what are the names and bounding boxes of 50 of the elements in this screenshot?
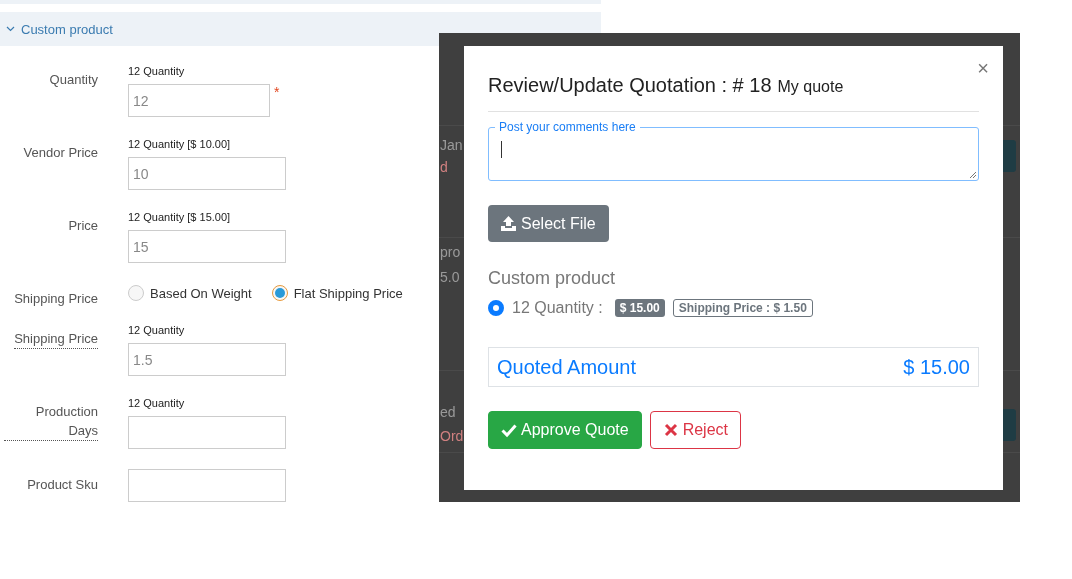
field-caption: 12 Quantity xyxy=(128,396,186,410)
modal-title: Review/Update Quotation : # 18 xyxy=(488,74,772,97)
text-cursor xyxy=(501,141,502,158)
reject-button[interactable]: Reject xyxy=(649,411,741,449)
text-fragment: Ord xyxy=(440,428,464,444)
text-fragment: pro xyxy=(440,244,461,260)
input-field[interactable]: 1.5 xyxy=(128,343,286,376)
section-title: Custom product xyxy=(21,21,113,37)
field-label: Vendor Price xyxy=(23,144,98,162)
input-field[interactable] xyxy=(128,416,286,449)
price-badge: $ 15.00 xyxy=(614,299,665,317)
upload-icon xyxy=(500,215,517,232)
close-button[interactable]: × xyxy=(977,58,989,78)
input-field[interactable]: 12 xyxy=(128,84,270,117)
field-caption: 12 Quantity xyxy=(128,64,186,78)
input-field[interactable]: 15 xyxy=(128,230,286,263)
field-label: Production Days xyxy=(4,402,98,441)
field-label: Shipping Price xyxy=(14,329,98,349)
input-field[interactable]: 10 xyxy=(128,157,286,190)
radio-button[interactable] xyxy=(128,285,144,301)
field-caption: 12 Quantity xyxy=(128,323,186,337)
resize-grip-icon[interactable] xyxy=(969,171,977,179)
radio-label: Flat Shipping Price xyxy=(293,285,403,301)
field-caption: 12 Quantity [$ 10.00] xyxy=(128,137,232,151)
product-name: Custom product xyxy=(488,268,617,289)
field-caption: 12 Quantity [$ 15.00] xyxy=(128,210,232,224)
modal-subtitle: My quote xyxy=(777,78,844,96)
text-fragment: d xyxy=(440,159,448,175)
checkmark-icon xyxy=(501,422,517,438)
radio-button[interactable] xyxy=(271,285,288,301)
close-icon xyxy=(662,422,679,438)
field-label: Product Sku xyxy=(27,476,98,494)
section-header[interactable]: Custom product xyxy=(0,12,601,46)
field-label: Quantity xyxy=(49,71,98,89)
radio-button[interactable] xyxy=(488,300,504,316)
text-fragment: ed xyxy=(440,404,456,420)
input-field[interactable] xyxy=(128,469,286,502)
quoted-amount: $ 15.00 xyxy=(903,355,970,379)
field-label: Price xyxy=(68,217,98,235)
field-label: Shipping Price xyxy=(14,290,98,308)
shipping-badge: Shipping Price : $ 1.50 xyxy=(672,299,813,317)
required-mark: * xyxy=(274,84,280,102)
select-file-button[interactable]: Select File xyxy=(488,205,609,242)
approve-button[interactable]: Approve Quote xyxy=(488,411,642,449)
radio-label: Based On Weight xyxy=(150,285,252,301)
quoted-label: Quoted Amount xyxy=(497,355,636,379)
option-label: 12 Quantity : xyxy=(512,299,603,317)
text-fragment: 5.0 xyxy=(440,269,460,285)
comment-field[interactable]: Post your comments here xyxy=(488,121,979,181)
text-fragment: Jan xyxy=(440,137,463,153)
